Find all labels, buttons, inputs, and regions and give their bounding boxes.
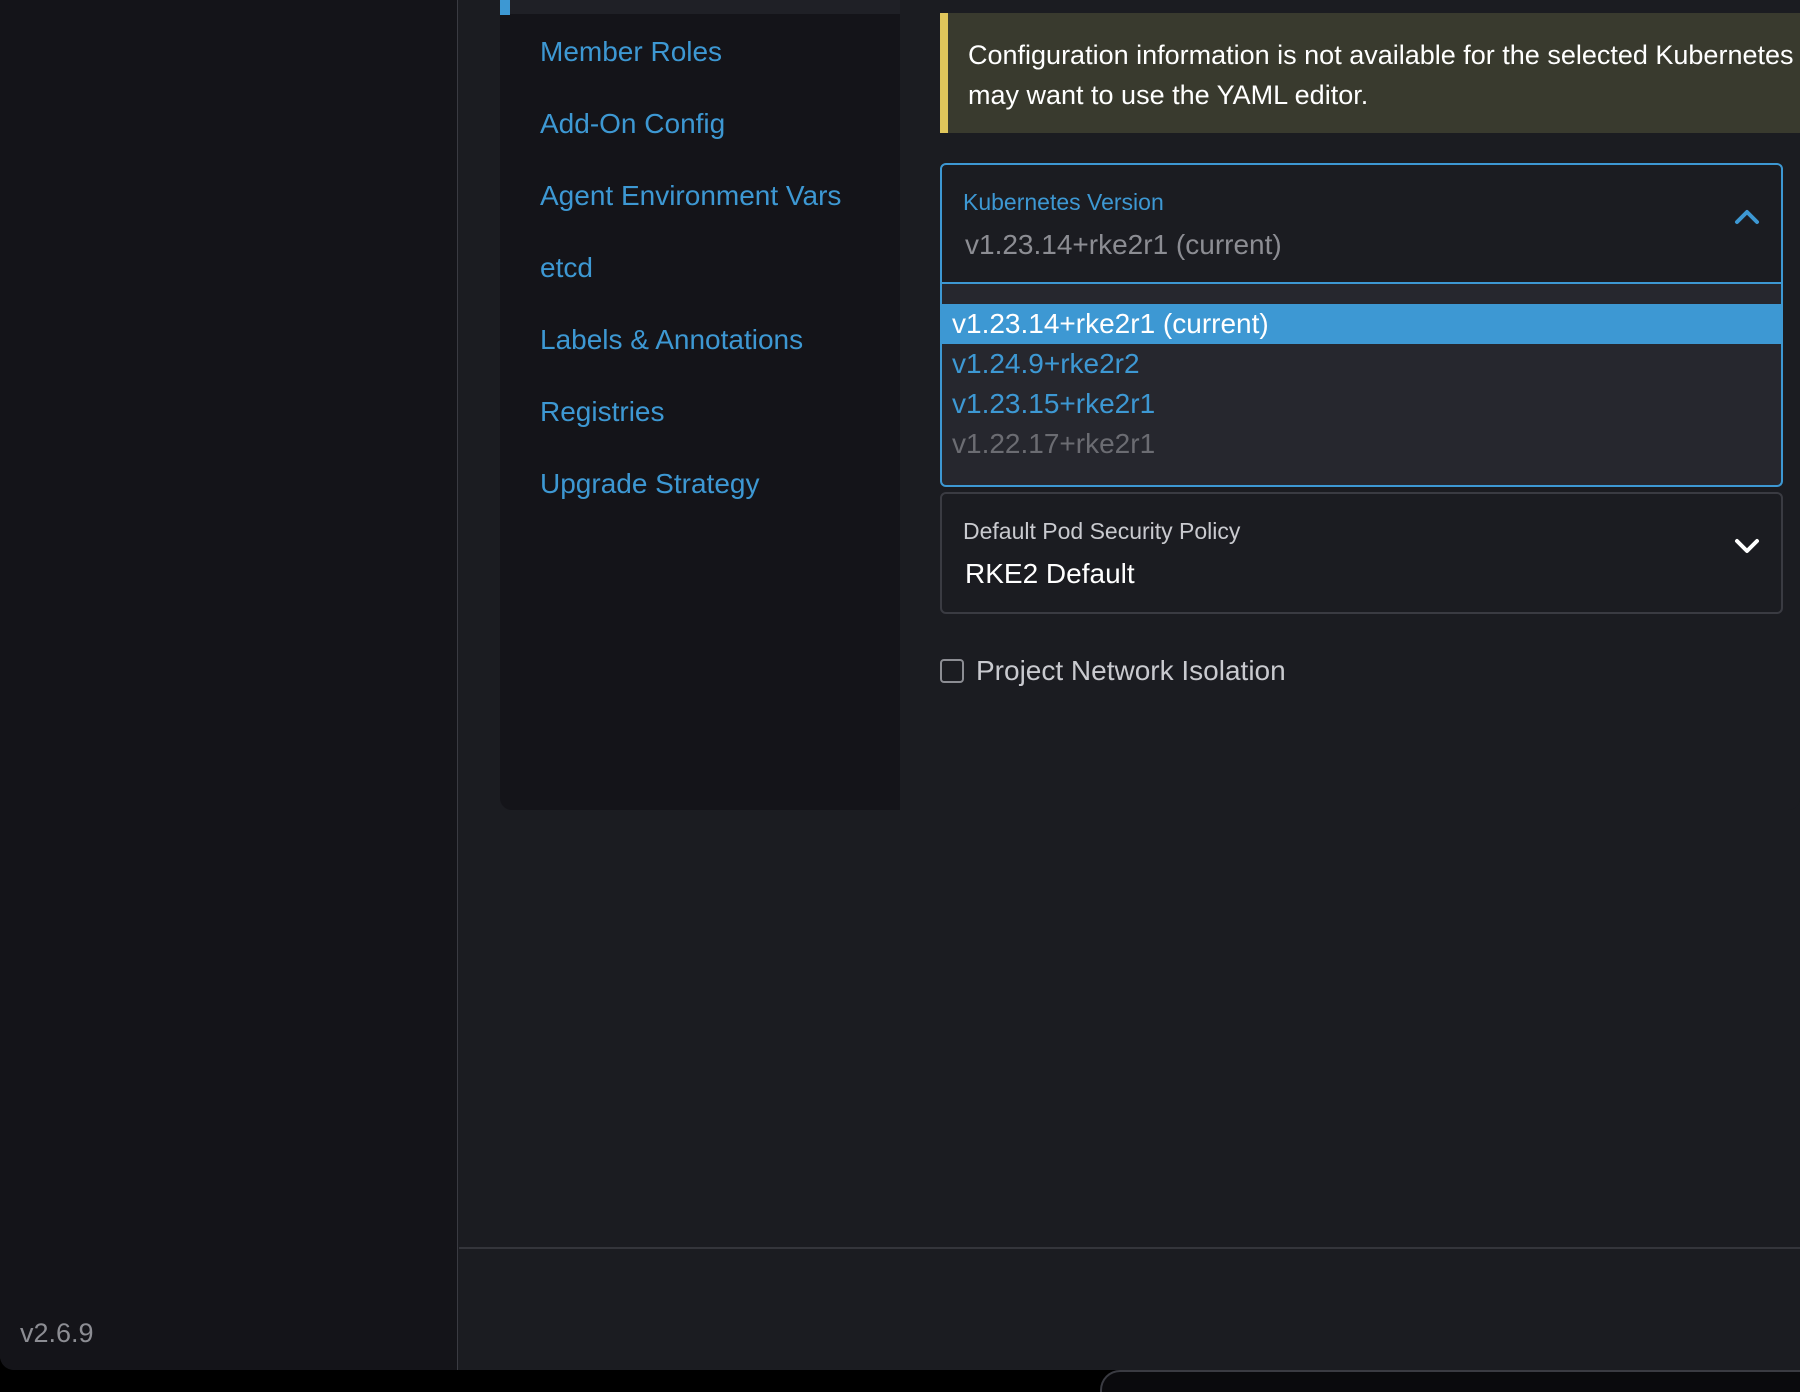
active-tab-indicator xyxy=(500,0,510,15)
project-network-isolation-row[interactable]: Project Network Isolation xyxy=(940,651,1286,691)
tab-etcd[interactable]: etcd xyxy=(540,244,841,316)
pod-security-policy-select[interactable]: Default Pod Security Policy RKE2 Default xyxy=(940,492,1783,614)
tab-member-roles[interactable]: Member Roles xyxy=(540,28,841,100)
version-option-disabled: v1.22.17+rke2r1 xyxy=(952,428,1156,459)
left-navigation: v2.6.9 xyxy=(0,0,458,1370)
tab-agent-environment-vars[interactable]: Agent Environment Vars xyxy=(540,172,841,244)
version-option[interactable]: v1.23.14+rke2r1 (current) xyxy=(942,304,1781,344)
version-option[interactable]: v1.24.9+rke2r2 xyxy=(942,344,1781,384)
pod-security-policy-label: Default Pod Security Policy xyxy=(963,518,1241,544)
tab-labels-annotations[interactable]: Labels & Annotations xyxy=(540,316,841,388)
chevron-down-icon[interactable] xyxy=(1729,528,1765,564)
version-option[interactable]: v1.23.15+rke2r1 xyxy=(942,384,1781,424)
kubernetes-version-options: v1.23.14+rke2r1 (current) v1.24.9+rke2r2… xyxy=(942,304,1781,464)
tab-add-on-config[interactable]: Add-On Config xyxy=(540,100,841,172)
project-network-isolation-checkbox[interactable] xyxy=(940,659,964,683)
kubernetes-version-value: v1.23.14+rke2r1 (current) xyxy=(965,229,1282,260)
tab-registries[interactable]: Registries xyxy=(540,388,841,460)
kubernetes-version-select[interactable]: Kubernetes Version v1.23.14+rke2r1 (curr… xyxy=(940,163,1783,284)
footer-divider xyxy=(459,1247,1800,1249)
warning-banner-line-1: Configuration information is not availab… xyxy=(968,40,1794,70)
chevron-up-icon[interactable] xyxy=(1729,199,1765,235)
pod-security-policy-value: RKE2 Default xyxy=(965,558,1135,589)
warning-banner-line-2: may want to use the YAML editor. xyxy=(968,80,1369,110)
project-network-isolation-label: Project Network Isolation xyxy=(976,655,1286,686)
active-tab-strip xyxy=(500,0,900,14)
bottom-window-edge xyxy=(1100,1370,1800,1392)
config-tabs: Member Roles Add-On Config Agent Environ… xyxy=(540,28,841,532)
warning-banner: Configuration information is not availab… xyxy=(940,13,1800,133)
tab-upgrade-strategy[interactable]: Upgrade Strategy xyxy=(540,460,841,532)
app-window: v2.6.9 Member Roles Add-On Config Agent … xyxy=(0,0,1800,1370)
app-version: v2.6.9 xyxy=(20,1318,94,1348)
kubernetes-version-label: Kubernetes Version xyxy=(963,189,1164,215)
kubernetes-version-dropdown: v1.23.14+rke2r1 (current) v1.24.9+rke2r2… xyxy=(940,284,1783,487)
